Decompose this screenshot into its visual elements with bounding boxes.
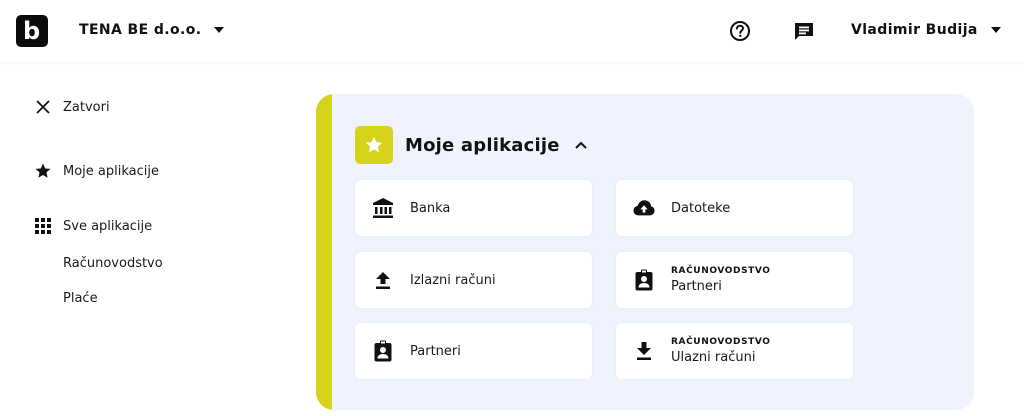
chat-icon[interactable] bbox=[793, 21, 815, 43]
app-card-racunovodstvo-ulazni-racuni[interactable]: RAČUNOVODSTVO Ulazni računi bbox=[616, 323, 853, 379]
card-label: Partneri bbox=[410, 343, 461, 359]
logo-b-icon: b bbox=[23, 18, 40, 44]
card-label: Partneri bbox=[671, 279, 722, 294]
section-title: Moje aplikacije bbox=[405, 134, 560, 156]
close-icon bbox=[34, 98, 52, 116]
sidebar-item-accounting[interactable]: Računovodstvo bbox=[63, 256, 163, 271]
company-name: TENA BE d.o.o. bbox=[79, 22, 202, 38]
star-icon bbox=[355, 126, 393, 164]
sidebar-item-label: Sve aplikacije bbox=[63, 218, 153, 234]
sidebar-item-salaries[interactable]: Plaće bbox=[63, 291, 98, 306]
grid-icon bbox=[34, 217, 52, 235]
card-category: RAČUNOVODSTVO bbox=[671, 266, 771, 276]
app-logo[interactable]: b bbox=[16, 15, 48, 47]
sidebar-item-all-apps[interactable]: Sve aplikacije bbox=[34, 217, 152, 235]
card-label: Banka bbox=[410, 200, 451, 216]
app-card-banka[interactable]: Banka bbox=[355, 180, 592, 236]
sidebar-item-my-apps[interactable]: Moje aplikacije bbox=[34, 162, 159, 180]
contact-badge-icon bbox=[372, 340, 394, 362]
my-apps-section-header[interactable]: Moje aplikacije bbox=[355, 126, 588, 164]
sidebar-item-label: Moje aplikacije bbox=[63, 163, 159, 179]
contact-badge-icon bbox=[633, 269, 655, 291]
sidebar-close[interactable]: Zatvori bbox=[34, 98, 110, 116]
svg-text:b: b bbox=[23, 18, 40, 44]
download-icon bbox=[633, 340, 655, 362]
card-label: Ulazni računi bbox=[671, 350, 756, 365]
app-card-datoteke[interactable]: Datoteke bbox=[616, 180, 853, 236]
app-card-partneri[interactable]: Partneri bbox=[355, 323, 592, 379]
card-label: Izlazni računi bbox=[410, 272, 496, 288]
sidebar-close-label: Zatvori bbox=[63, 99, 110, 115]
app-card-izlazni-racuni[interactable]: Izlazni računi bbox=[355, 252, 592, 308]
upload-icon bbox=[372, 269, 394, 291]
company-selector[interactable]: TENA BE d.o.o. bbox=[79, 22, 225, 38]
my-apps-panel: Moje aplikacije Banka Datoteke Izlazni r… bbox=[316, 94, 974, 410]
card-label: Datoteke bbox=[671, 200, 731, 216]
chevron-up-icon bbox=[574, 141, 587, 149]
star-icon bbox=[34, 162, 52, 180]
cloud-upload-icon bbox=[633, 197, 655, 219]
chevron-down-icon bbox=[990, 27, 1001, 33]
user-menu[interactable]: Vladimir Budija bbox=[851, 22, 1001, 38]
chevron-down-icon bbox=[214, 27, 225, 33]
panel-accent-bar bbox=[316, 94, 332, 410]
bank-icon bbox=[372, 197, 394, 219]
help-icon[interactable] bbox=[729, 20, 751, 42]
card-category: RAČUNOVODSTVO bbox=[671, 337, 771, 347]
user-name: Vladimir Budija bbox=[851, 22, 978, 38]
app-card-racunovodstvo-partneri[interactable]: RAČUNOVODSTVO Partneri bbox=[616, 252, 853, 308]
top-bar: b TENA BE d.o.o. Vladimir Budija bbox=[0, 0, 1024, 62]
